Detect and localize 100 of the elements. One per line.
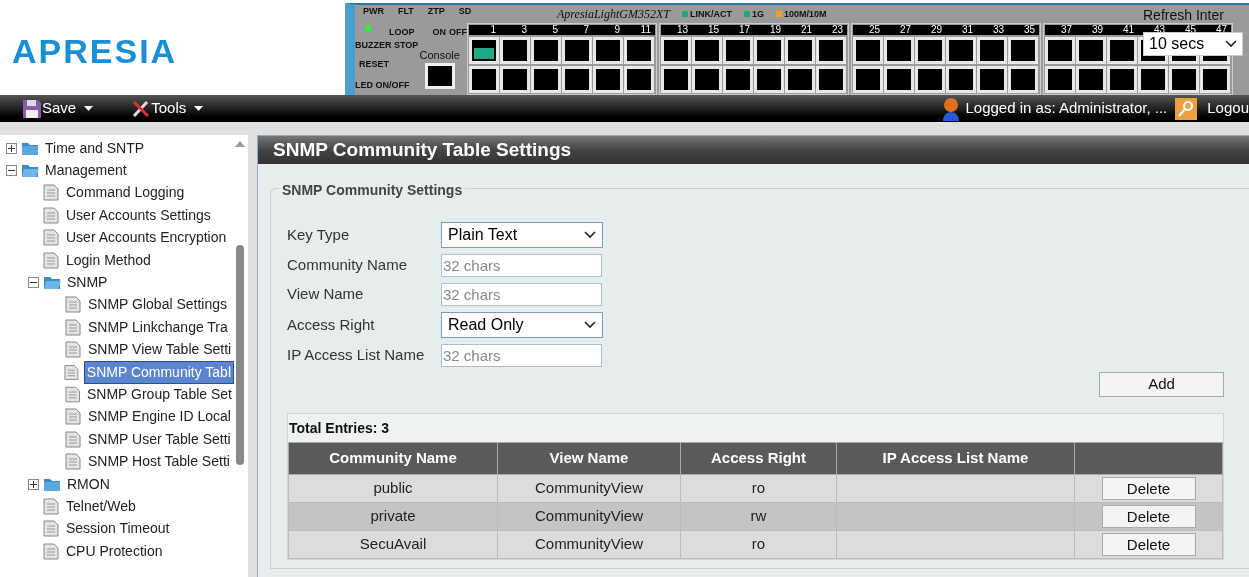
port-number: 27 xyxy=(898,25,912,35)
document-icon xyxy=(65,296,81,314)
ethernet-port-icon xyxy=(562,66,592,93)
table-cell: ro xyxy=(680,530,837,559)
delete-button[interactable]: Delete xyxy=(1101,476,1196,500)
tree-item[interactable]: SNMP Engine ID Local xyxy=(86,406,233,428)
table-cell: SecuAvail xyxy=(288,530,498,559)
folder-icon xyxy=(43,476,61,492)
table-cell: private xyxy=(288,502,498,531)
tree-item[interactable]: Login Method xyxy=(64,249,153,271)
collapse-icon[interactable] xyxy=(6,165,17,177)
dropdown-select[interactable]: Plain Text xyxy=(441,222,603,248)
user-icon xyxy=(941,96,962,121)
tree-item[interactable]: SNMP Community Tabl xyxy=(83,360,234,384)
ethernet-port-icon xyxy=(593,66,623,93)
text-input[interactable]: 32 chars xyxy=(441,283,602,306)
caret-icon xyxy=(84,106,94,111)
port-number: 17 xyxy=(737,25,751,35)
port-number: 1 xyxy=(489,25,497,35)
ethernet-port-icon xyxy=(531,66,561,93)
document-icon xyxy=(43,184,59,202)
ethernet-port-icon xyxy=(723,66,753,93)
document-icon xyxy=(43,229,59,247)
console-port-icon xyxy=(424,63,455,89)
port-number: 11 xyxy=(639,25,652,35)
ethernet-port-icon xyxy=(816,66,846,93)
port-number: 25 xyxy=(867,25,881,35)
tree-item[interactable]: SNMP Host Table Setti xyxy=(86,451,232,473)
tree-item[interactable]: Command Logging xyxy=(64,182,187,204)
switch-label: ON xyxy=(432,28,446,37)
table-cell: CommunityView xyxy=(497,502,681,531)
text-input[interactable]: 32 chars xyxy=(441,254,602,277)
port-number: 35 xyxy=(1022,25,1036,35)
column-header: View Name xyxy=(497,442,681,475)
ethernet-port-icon xyxy=(977,66,1007,93)
tree-item[interactable]: Session Timeout xyxy=(64,518,172,540)
add-button[interactable]: Add xyxy=(1099,372,1224,397)
tree-item[interactable]: Time and SNTP xyxy=(43,137,147,159)
tree-item[interactable]: SNMP Group Table Set xyxy=(85,384,234,405)
ethernet-port-icon xyxy=(853,66,883,93)
scrollbar[interactable] xyxy=(236,245,244,465)
ethernet-port-icon xyxy=(1107,66,1137,93)
port-number: 39 xyxy=(1090,25,1104,35)
ethernet-port-icon xyxy=(1045,66,1075,93)
column-header: Access Right xyxy=(680,442,837,475)
tree-item[interactable]: SNMP Global Settings xyxy=(86,294,230,316)
tree-item[interactable]: User Accounts Encryption xyxy=(64,227,229,249)
led-label: PWR xyxy=(363,7,384,16)
ethernet-port-icon xyxy=(469,66,499,93)
ethernet-port-icon xyxy=(624,66,654,93)
text-input[interactable]: 32 chars xyxy=(441,344,602,367)
tree-item[interactable]: SNMP User Table Setti xyxy=(86,428,233,450)
page-title: SNMP Community Table Settings xyxy=(258,136,1249,164)
ethernet-port-icon xyxy=(785,66,815,93)
port-number: 41 xyxy=(1121,25,1135,35)
port-number: 29 xyxy=(929,25,943,35)
logout-link[interactable]: Logou xyxy=(1207,97,1249,120)
tree-item[interactable]: User Accounts Settings xyxy=(64,204,213,226)
led-label: FLT xyxy=(398,7,414,16)
document-icon xyxy=(43,251,59,269)
ethernet-port-icon xyxy=(946,66,976,93)
table-cell: CommunityView xyxy=(497,474,681,503)
dropdown-select[interactable]: Read Only xyxy=(441,312,603,338)
document-icon xyxy=(65,408,81,426)
caret-icon xyxy=(194,106,204,111)
document-icon xyxy=(63,363,79,381)
open-folder-icon xyxy=(21,163,39,179)
key-icon xyxy=(1175,97,1198,120)
tree-item[interactable]: SNMP Linkchange Tra xyxy=(86,316,230,338)
ethernet-port-icon xyxy=(1169,66,1199,93)
tree-item[interactable]: Management xyxy=(43,160,129,182)
expand-icon[interactable] xyxy=(28,478,39,490)
tree-item[interactable]: SNMP View Table Setti xyxy=(86,339,234,361)
delete-button[interactable]: Delete xyxy=(1101,504,1196,528)
chevron-down-icon xyxy=(584,231,596,239)
ethernet-port-icon xyxy=(1200,66,1230,93)
model-name: ApresiaLightGM352XT xyxy=(557,8,670,20)
legend-label: 100M/10M xyxy=(783,9,827,19)
tree-item[interactable]: SNMP xyxy=(65,272,110,294)
field-label: Access Right xyxy=(287,314,376,335)
table-cell: rw xyxy=(680,502,837,531)
expand-icon[interactable] xyxy=(6,142,17,154)
ethernet-port-icon xyxy=(1138,66,1168,93)
tree-item[interactable]: RMON xyxy=(65,473,112,495)
refresh-interval-select[interactable]: 10 secs xyxy=(1143,32,1243,56)
refresh-label: Refresh Inter xyxy=(1143,8,1224,22)
delete-button[interactable]: Delete xyxy=(1101,532,1196,556)
tree-item[interactable]: Telnet/Web xyxy=(64,495,138,517)
collapse-icon[interactable] xyxy=(28,277,39,289)
port-number: 19 xyxy=(768,25,782,35)
port-number: 21 xyxy=(799,25,813,35)
chevron-down-icon xyxy=(1225,40,1237,48)
port-number: 5 xyxy=(551,25,559,35)
document-icon xyxy=(65,318,81,336)
toolbar-menu[interactable]: Save xyxy=(22,97,94,120)
ethernet-port-icon xyxy=(692,66,722,93)
tree-item[interactable]: CPU Protection xyxy=(64,540,165,562)
port-number: 13 xyxy=(675,25,689,35)
toolbar-menu[interactable]: Tools xyxy=(131,97,204,120)
scroll-up-icon[interactable] xyxy=(235,141,245,147)
